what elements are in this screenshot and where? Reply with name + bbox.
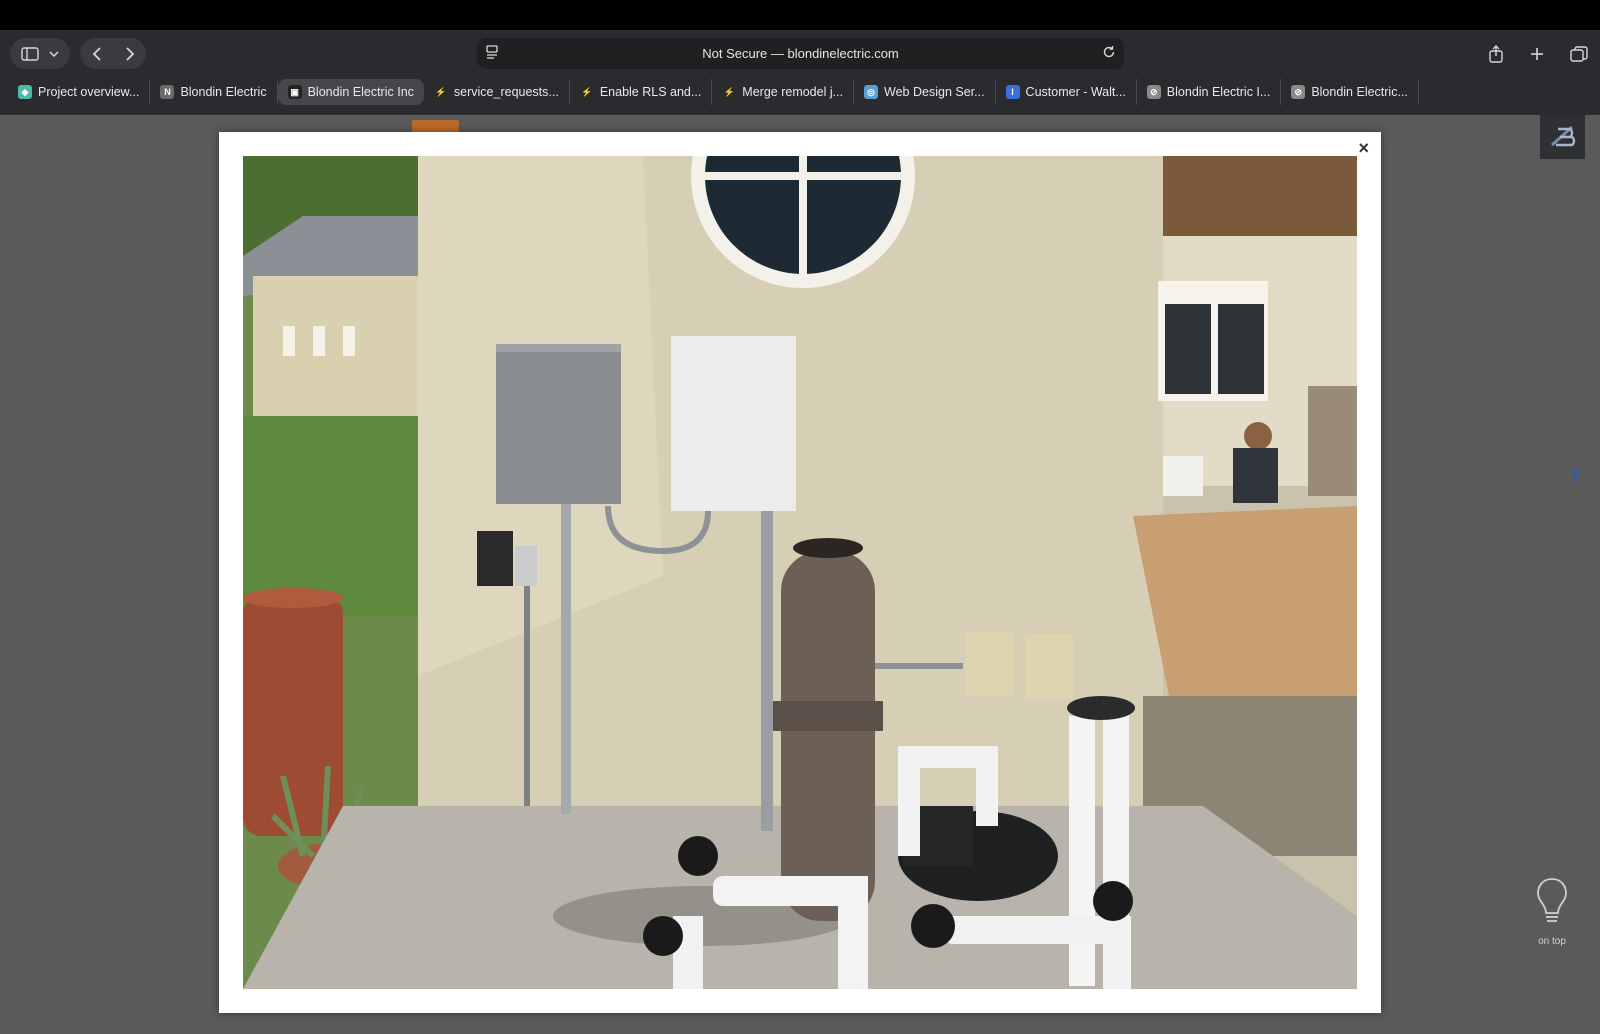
tab-8[interactable]: ⊘ Blondin Electric I... <box>1137 79 1282 105</box>
gallery-photo <box>243 156 1357 989</box>
chevron-down-icon[interactable] <box>49 50 59 58</box>
reader-icon[interactable] <box>485 45 499 61</box>
toolbar-right <box>1488 38 1588 69</box>
menu-bar <box>0 0 1600 30</box>
tab-0[interactable]: ◆ Project overview... <box>8 79 151 105</box>
tab-3[interactable]: ⚡ service_requests... <box>424 79 570 105</box>
reload-icon[interactable] <box>1102 45 1116 59</box>
tab-5[interactable]: ⚡ Merge remodel j... <box>712 79 855 105</box>
site-logo-icon: ▣ <box>287 85 302 99</box>
supabase-icon: ⚡ <box>433 85 448 99</box>
tab-label: Project overview... <box>38 85 140 99</box>
on-top-label: on top <box>1538 936 1566 947</box>
tab-label: Merge remodel j... <box>742 85 844 99</box>
tab-label: Customer - Walt... <box>1025 85 1126 99</box>
tab-label: service_requests... <box>453 85 559 99</box>
share-icon[interactable] <box>1488 44 1504 63</box>
image-lightbox: × <box>219 132 1381 1013</box>
url-text: Not Secure — blondinelectric.com <box>702 46 899 61</box>
tab-label: Web Design Ser... <box>884 85 985 99</box>
tab-label: Blondin Electric Inc <box>307 85 414 99</box>
tab-2[interactable]: ▣ Blondin Electric Inc <box>277 79 424 105</box>
site-logo-badge[interactable] <box>1540 115 1585 159</box>
tab-6[interactable]: ◎ Web Design Ser... <box>854 79 996 105</box>
back-to-top-button[interactable]: on top <box>1532 877 1572 947</box>
tab-4[interactable]: ⚡ Enable RLS and... <box>570 79 713 105</box>
page-content: × f on top <box>0 115 1600 1034</box>
new-tab-icon[interactable] <box>1530 47 1544 61</box>
address-bar[interactable]: Not Secure — blondinelectric.com <box>477 38 1124 69</box>
compass-icon: ⊘ <box>1146 85 1161 99</box>
supabase-icon: ⚡ <box>579 85 594 99</box>
browser-chrome: Not Secure — blondinelectric.com ◆ Projec… <box>0 30 1600 115</box>
pool-equipment-photo <box>243 156 1357 989</box>
tab-overview-icon[interactable] <box>1570 45 1588 62</box>
sidebar-icon[interactable] <box>21 46 39 61</box>
forward-icon[interactable] <box>125 46 135 61</box>
tab-label: Blondin Electric... <box>1311 85 1408 99</box>
tab-label: Blondin Electric I... <box>1166 85 1271 99</box>
intercom-icon: I <box>1005 85 1020 99</box>
browser-toolbar: Not Secure — blondinelectric.com <box>0 30 1600 76</box>
diamond-icon: ◆ <box>18 85 32 99</box>
back-icon[interactable] <box>92 46 102 61</box>
lightbulb-icon <box>1537 878 1567 922</box>
close-button[interactable]: × <box>1358 138 1369 159</box>
facebook-icon[interactable]: f <box>1572 465 1580 486</box>
webflow-icon: ◎ <box>864 85 879 99</box>
compass-icon: ⊘ <box>1291 85 1306 99</box>
tab-1[interactable]: N Blondin Electric <box>150 79 278 105</box>
tab-bar: ◆ Project overview... N Blondin Electric ▣ Bl… <box>8 78 1592 106</box>
tab-9[interactable]: ⊘ Blondin Electric... <box>1281 79 1419 105</box>
brand-logo-icon <box>1550 125 1575 147</box>
notion-icon: N <box>160 85 175 99</box>
nav-buttons <box>80 38 146 69</box>
supabase-icon: ⚡ <box>722 85 737 99</box>
tab-label: Enable RLS and... <box>599 85 702 99</box>
tab-label: Blondin Electric <box>180 85 267 99</box>
tab-7[interactable]: I Customer - Walt... <box>996 79 1137 105</box>
sidebar-toggle-group <box>10 38 70 69</box>
